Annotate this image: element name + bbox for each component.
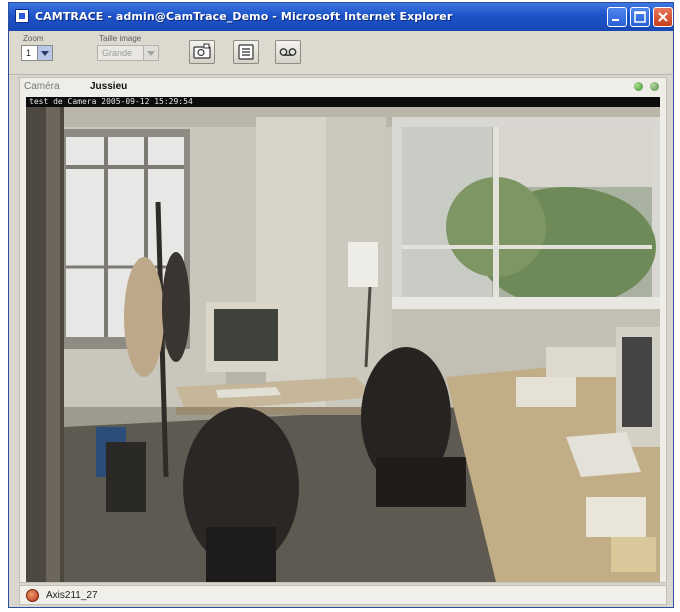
record-icon <box>279 48 297 56</box>
settings-list-button[interactable] <box>233 40 259 64</box>
minimize-button[interactable] <box>607 7 627 27</box>
video-timestamp: test de Camera 2005-09-12 15:29:54 <box>29 97 193 106</box>
image-size-value: Grande <box>102 48 133 58</box>
camera-id-label: Axis211_27 <box>46 590 98 601</box>
video-frame <box>26 97 660 582</box>
camera-header: Caméra Jussieu <box>20 78 666 96</box>
close-button[interactable] <box>653 7 673 27</box>
stop-icon[interactable] <box>26 589 39 602</box>
browser-window: CAMTRACE - admin@CamTrace_Demo - Microso… <box>8 2 674 608</box>
zoom-label: Zoom <box>23 34 44 43</box>
toolbar: Zoom 1 Taille image Grande <box>9 31 673 75</box>
chevron-down-icon <box>143 46 158 60</box>
camera-panel: Caméra Jussieu test de Camera 2005-09-12… <box>19 77 667 583</box>
camera-name: Jussieu <box>90 81 128 92</box>
camera-video-feed[interactable]: test de Camera 2005-09-12 15:29:54 <box>26 97 660 582</box>
status-bar: Axis211_27 <box>19 585 667 605</box>
record-button[interactable] <box>275 40 301 64</box>
window-title: CAMTRACE - admin@CamTrace_Demo - Microso… <box>35 10 453 23</box>
maximize-icon <box>634 11 646 23</box>
minimize-icon <box>612 19 619 21</box>
zoom-select[interactable]: 1 <box>21 45 53 61</box>
image-size-select[interactable]: Grande <box>97 45 159 61</box>
zoom-value: 1 <box>26 48 32 58</box>
snapshot-icon <box>193 43 211 59</box>
chevron-down-icon <box>37 46 52 60</box>
menu-list-icon <box>238 44 254 60</box>
title-bar: CAMTRACE - admin@CamTrace_Demo - Microso… <box>9 3 673 31</box>
status-dot-icon <box>650 82 659 91</box>
status-dot-icon <box>634 82 643 91</box>
camera-label: Caméra <box>24 81 60 92</box>
video-overlay-bar: test de Camera 2005-09-12 15:29:54 <box>26 97 660 107</box>
snapshot-button[interactable] <box>189 40 215 64</box>
close-icon <box>658 12 668 22</box>
image-size-label: Taille image <box>99 34 142 43</box>
maximize-button[interactable] <box>630 7 650 27</box>
app-icon <box>15 9 29 23</box>
